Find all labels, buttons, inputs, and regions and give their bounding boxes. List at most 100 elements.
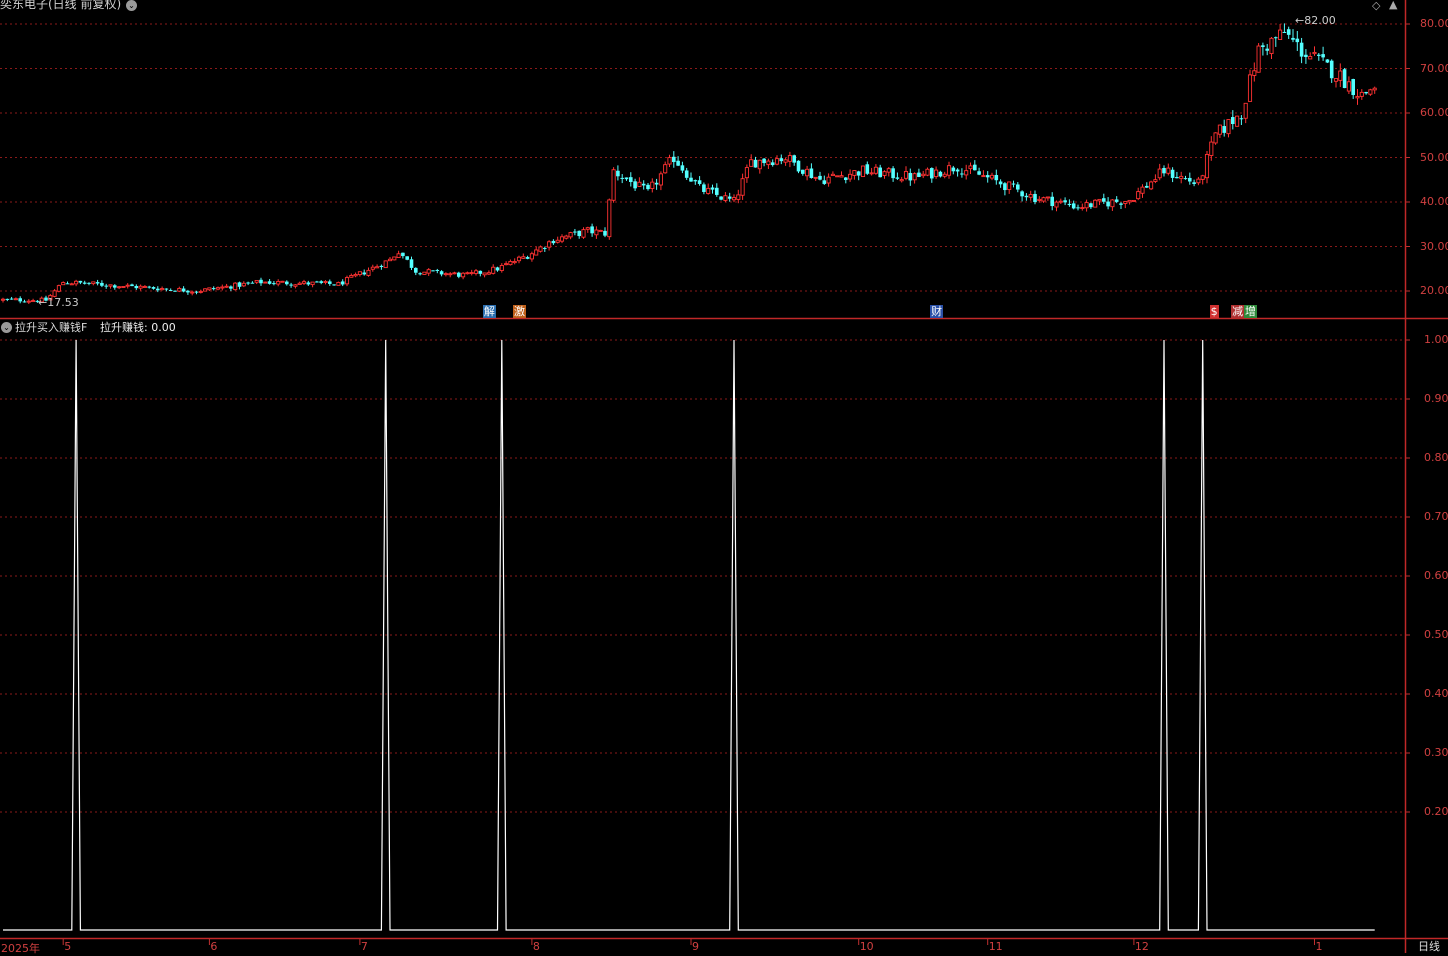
candle-body-up xyxy=(224,285,229,288)
high-price-label: ←82.00 xyxy=(1295,14,1336,27)
event-marker[interactable]: 激 xyxy=(513,305,526,318)
up-arrow-icon[interactable]: ▲ xyxy=(1389,0,1397,11)
candle-body-up xyxy=(452,272,457,275)
candle-body-up xyxy=(254,280,259,283)
candle-body-down xyxy=(715,187,719,195)
candle-body-up xyxy=(1007,181,1012,190)
stock-title[interactable]: 奕东电子(日线 前复权) xyxy=(0,0,121,11)
price-tick-label: 40.00 xyxy=(1420,195,1448,208)
indicator-menu-chevron-icon[interactable]: ⌄ xyxy=(1,322,12,333)
period-label[interactable]: 日线 xyxy=(1418,940,1440,953)
candle-body-down xyxy=(1192,182,1196,184)
date-tick-label: 12 xyxy=(1134,940,1149,953)
candle-body-down xyxy=(844,177,848,181)
candle-body-up xyxy=(981,175,986,178)
event-marker[interactable]: 财 xyxy=(930,305,944,318)
candle-body-down xyxy=(1071,203,1076,209)
price-tick-label: 20.00 xyxy=(1420,284,1448,297)
stock-menu-chevron-icon[interactable]: ⌄ xyxy=(126,0,137,11)
candle-body-up xyxy=(585,227,590,230)
candle-body-down xyxy=(719,196,723,200)
candle-body-up xyxy=(422,271,427,275)
candle-body-down xyxy=(340,281,345,285)
candle-body-up xyxy=(835,175,840,178)
candle-body-down xyxy=(951,167,956,172)
event-marker[interactable]: 增 xyxy=(1244,305,1257,318)
candle-body-up xyxy=(1256,45,1261,73)
candle-body-down xyxy=(1329,60,1334,79)
indicator-title[interactable]: 拉升买入赚钱F xyxy=(15,321,87,334)
candle-body-up xyxy=(508,261,513,266)
candle-body-up xyxy=(375,266,380,269)
high-price-value: 82.00 xyxy=(1304,14,1336,27)
candle-body-down xyxy=(577,230,581,237)
candle-body-up xyxy=(886,168,891,173)
candle-body-up xyxy=(280,280,285,283)
candle-body-down xyxy=(629,177,633,183)
candle-body-down xyxy=(779,158,784,162)
candle-body-down xyxy=(104,285,108,287)
event-marker[interactable]: 减 xyxy=(1231,305,1245,318)
candle-body-down xyxy=(891,168,895,179)
candle-body-down xyxy=(401,252,405,257)
candle-body-down xyxy=(1286,29,1291,35)
candle-body-down xyxy=(525,257,530,259)
candle-body-down xyxy=(1063,200,1067,203)
candle-body-up xyxy=(1359,91,1364,97)
candle-body-up xyxy=(594,229,599,236)
candle-body-up xyxy=(177,287,182,292)
candle-body-up xyxy=(740,178,745,196)
candle-body-up xyxy=(138,285,143,289)
candle-body-down xyxy=(1282,31,1287,33)
chart-canvas xyxy=(0,0,1448,953)
candle-body-down xyxy=(306,282,311,285)
candle-body-down xyxy=(1114,199,1119,202)
indicator-value: 拉升赚钱: 0.00 xyxy=(100,321,176,334)
candle-body-up xyxy=(749,159,754,167)
candle-body-up xyxy=(1278,29,1283,40)
candle-body-up xyxy=(108,284,113,287)
candle-body-up xyxy=(547,241,552,248)
candle-body-down xyxy=(78,280,83,283)
candle-body-up xyxy=(1355,96,1360,99)
candle-body-up xyxy=(848,173,853,180)
candle-body-down xyxy=(818,175,822,180)
candle-body-up xyxy=(387,258,393,262)
candle-body-down xyxy=(414,267,418,273)
candle-body-down xyxy=(1274,37,1278,39)
candle-body-down xyxy=(1011,183,1016,185)
diamond-icon[interactable]: ◇ xyxy=(1372,0,1380,12)
price-tick-label: 60.00 xyxy=(1420,106,1448,119)
candle-body-up xyxy=(203,288,208,292)
candle-body-down xyxy=(250,282,255,284)
candle-body-up xyxy=(121,286,126,288)
candle-body-down xyxy=(362,272,366,275)
date-tick-label: 8 xyxy=(532,940,540,953)
candle-body-down xyxy=(641,183,646,186)
candle-body-down xyxy=(332,284,336,286)
candle-body-up xyxy=(426,269,431,274)
candle-body-up xyxy=(31,300,36,303)
candle-body-up xyxy=(1243,102,1248,119)
candle-body-up xyxy=(925,168,930,176)
candle-body-down xyxy=(95,282,100,284)
candle-body-up xyxy=(383,260,388,269)
candle-body-down xyxy=(689,177,693,182)
event-marker[interactable]: 解 xyxy=(482,305,496,318)
candle-body-up xyxy=(882,171,887,176)
candle-body-up xyxy=(1131,199,1136,202)
candle-body-up xyxy=(723,195,728,201)
event-marker[interactable]: $ xyxy=(1209,305,1219,318)
candle-body-up xyxy=(263,281,268,284)
date-tick-label: 5 xyxy=(64,940,72,953)
candle-body-down xyxy=(543,247,547,249)
candle-body-down xyxy=(151,287,156,289)
date-tick-label: 11 xyxy=(988,940,1003,953)
candle-body-up xyxy=(465,272,470,275)
candle-body-down xyxy=(1162,167,1166,174)
candle-body-up xyxy=(658,173,663,186)
candle-body-down xyxy=(1106,201,1110,207)
candle-body-up xyxy=(1368,89,1373,95)
candle-body-up xyxy=(1041,197,1046,202)
candle-body-down xyxy=(1364,91,1368,94)
